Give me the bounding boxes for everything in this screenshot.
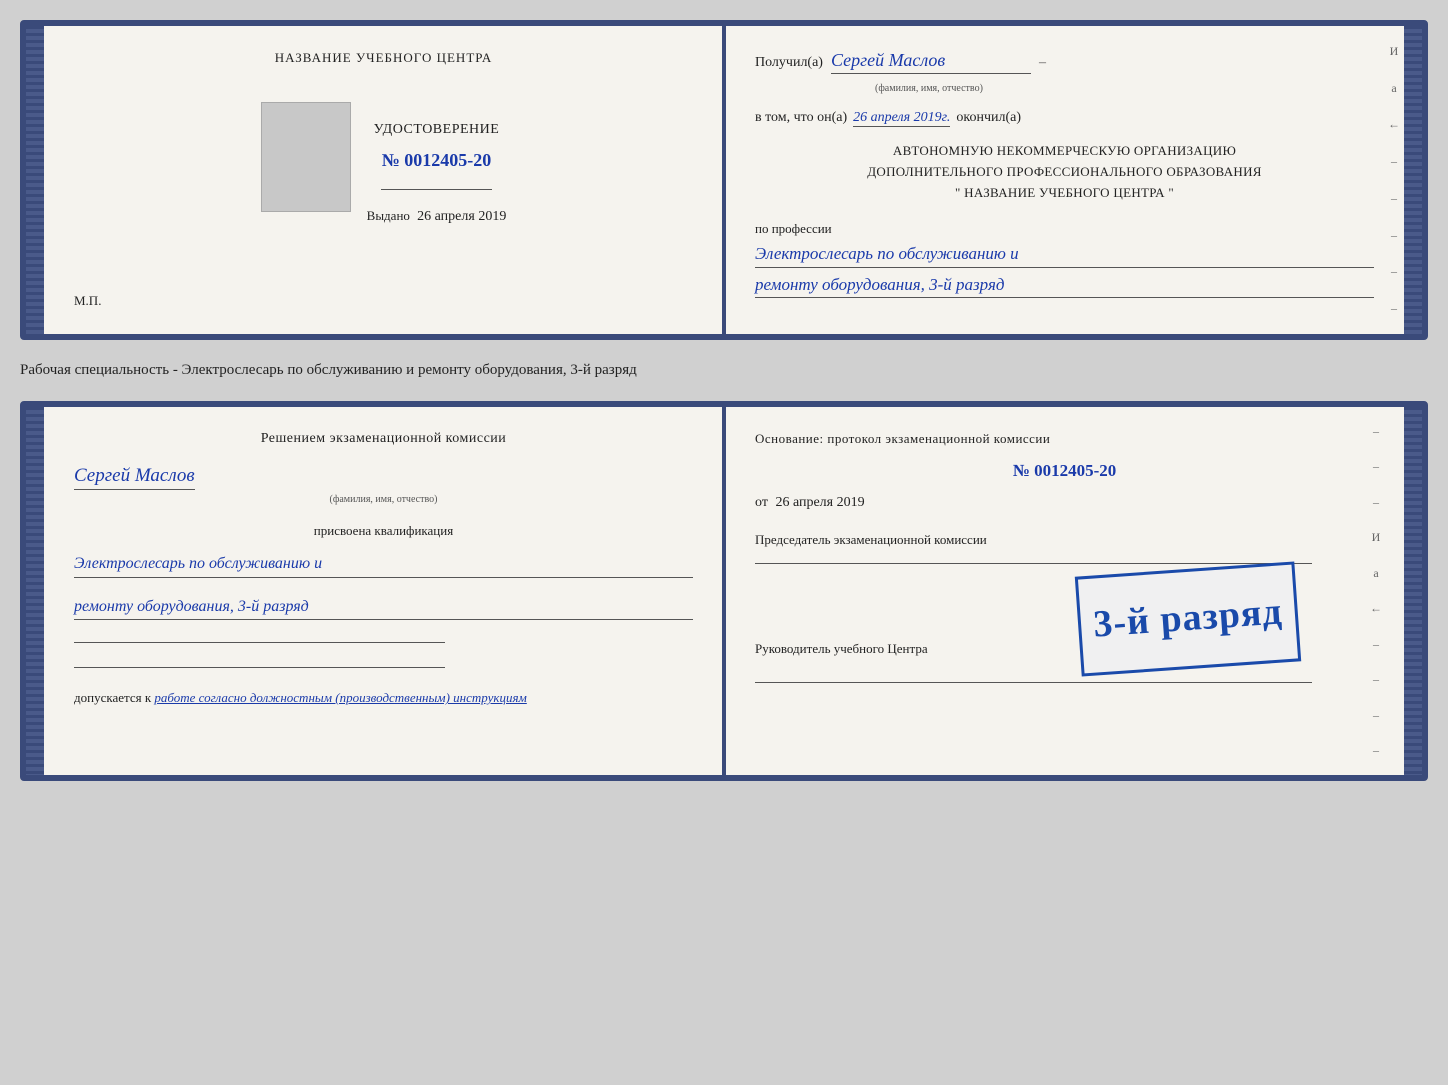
- fio-label-1: (фамилия, имя, отчество): [875, 83, 983, 94]
- sig-line-1: [74, 642, 445, 643]
- dopusk-prefix: допускается к: [74, 690, 151, 705]
- issued-label: Выдано 26 апреля 2019: [367, 208, 507, 225]
- sig-line-2: [74, 667, 445, 668]
- cert-label: УДОСТОВЕРЕНИЕ: [374, 122, 500, 138]
- osnov-label: Основание: протокол экзаменационной коми…: [755, 431, 1374, 447]
- org-line3: " НАЗВАНИЕ УЧЕБНОГО ЦЕНТРА ": [755, 183, 1374, 204]
- issued-prefix: Выдано: [367, 208, 410, 223]
- ot-date: от 26 апреля 2019: [755, 495, 1374, 511]
- recipient-name: Сергей Маслов: [831, 50, 1031, 74]
- profession-section: по профессии Электрослесарь по обслужива…: [755, 221, 1374, 298]
- org-line2: ДОПОЛНИТЕЛЬНОГО ПРОФЕССИОНАЛЬНОГО ОБРАЗО…: [755, 162, 1374, 183]
- fio-label-2: (фамилия, имя, отчество): [330, 494, 438, 505]
- document-card-1: НАЗВАНИЕ УЧЕБНОГО ЦЕНТРА УДОСТОВЕРЕНИЕ №…: [20, 20, 1428, 340]
- page-wrapper: НАЗВАНИЕ УЧЕБНОГО ЦЕНТРА УДОСТОВЕРЕНИЕ №…: [20, 20, 1428, 781]
- right-panel-2: Основание: протокол экзаменационной коми…: [725, 407, 1404, 775]
- okonchil-text: окончил(а): [956, 110, 1021, 126]
- photo-area: [261, 102, 351, 212]
- left-binding-1: [26, 26, 44, 334]
- profession-line2: ремонту оборудования, 3-й разряд: [755, 272, 1374, 299]
- left-panel-2: Решением экзаменационной комиссии Сергей…: [44, 407, 725, 775]
- dopusk-text: работе согласно должностным (производств…: [154, 690, 526, 705]
- name-handwritten: Сергей Маслов: [74, 465, 195, 490]
- ot-prefix: от: [755, 495, 768, 510]
- dopuskaetsya: допускается к работе согласно должностны…: [74, 690, 693, 706]
- specialty-line: Рабочая специальность - Электрослесарь п…: [20, 358, 1428, 383]
- poluchil-label: Получил(а): [755, 55, 823, 71]
- org-text: АВТОНОМНУЮ НЕКОММЕРЧЕСКУЮ ОРГАНИЗАЦИЮ ДО…: [755, 141, 1374, 203]
- vtom-text: в том, что он(а): [755, 110, 847, 126]
- left-panel-1: НАЗВАНИЕ УЧЕБНОГО ЦЕНТРА УДОСТОВЕРЕНИЕ №…: [44, 26, 725, 334]
- card1-title: НАЗВАНИЕ УЧЕБНОГО ЦЕНТРА: [275, 50, 492, 66]
- stamp-box: 3-й разряд: [1075, 561, 1301, 676]
- right-binding-2: [1404, 407, 1422, 775]
- issued-date: 26 апреля 2019: [417, 209, 506, 224]
- po-professii: по профессии: [755, 221, 1374, 237]
- right-panel-1: Получил(а) Сергей Маслов – (фамилия, имя…: [725, 26, 1404, 334]
- cert-number: № 0012405-20: [382, 150, 492, 171]
- ot-date-value: 26 апреля 2019: [775, 495, 864, 510]
- recipient-line: Получил(а) Сергей Маслов –: [755, 50, 1374, 74]
- kvalif-line2: ремонту оборудования, 3-й разряд: [74, 594, 693, 621]
- dash: –: [1039, 55, 1046, 71]
- right-binding-1: [1404, 26, 1422, 334]
- vtom-line: в том, что он(а) 26 апреля 2019г. окончи…: [755, 110, 1374, 127]
- prisvoena: присвоена квалификация: [74, 523, 693, 539]
- left-binding-2: [26, 407, 44, 775]
- stamp-text: 3-й разряд: [1092, 591, 1284, 646]
- proto-number: № 0012405-20: [755, 461, 1374, 481]
- chairman-label: Председатель экзаменационной комиссии: [755, 531, 1374, 549]
- document-card-2: Решением экзаменационной комиссии Сергей…: [20, 401, 1428, 781]
- resheniem-title: Решением экзаменационной комиссии: [74, 431, 693, 447]
- sig-line-4: [755, 682, 1312, 683]
- right-margin-chars-2: – – – И а ← – – – –: [1370, 407, 1382, 775]
- right-margin-chars: И а ← – – – – –: [1388, 26, 1400, 334]
- vtom-date: 26 апреля 2019г.: [853, 110, 950, 127]
- org-line1: АВТОНОМНУЮ НЕКОММЕРЧЕСКУЮ ОРГАНИЗАЦИЮ: [755, 141, 1374, 162]
- kvalif-line1: Электрослесарь по обслуживанию и: [74, 551, 693, 578]
- sig-line-3: [755, 563, 1312, 564]
- profession-line1: Электрослесарь по обслуживанию и: [755, 241, 1374, 268]
- mp-label: М.П.: [74, 293, 101, 308]
- divider-line-1: [381, 189, 493, 190]
